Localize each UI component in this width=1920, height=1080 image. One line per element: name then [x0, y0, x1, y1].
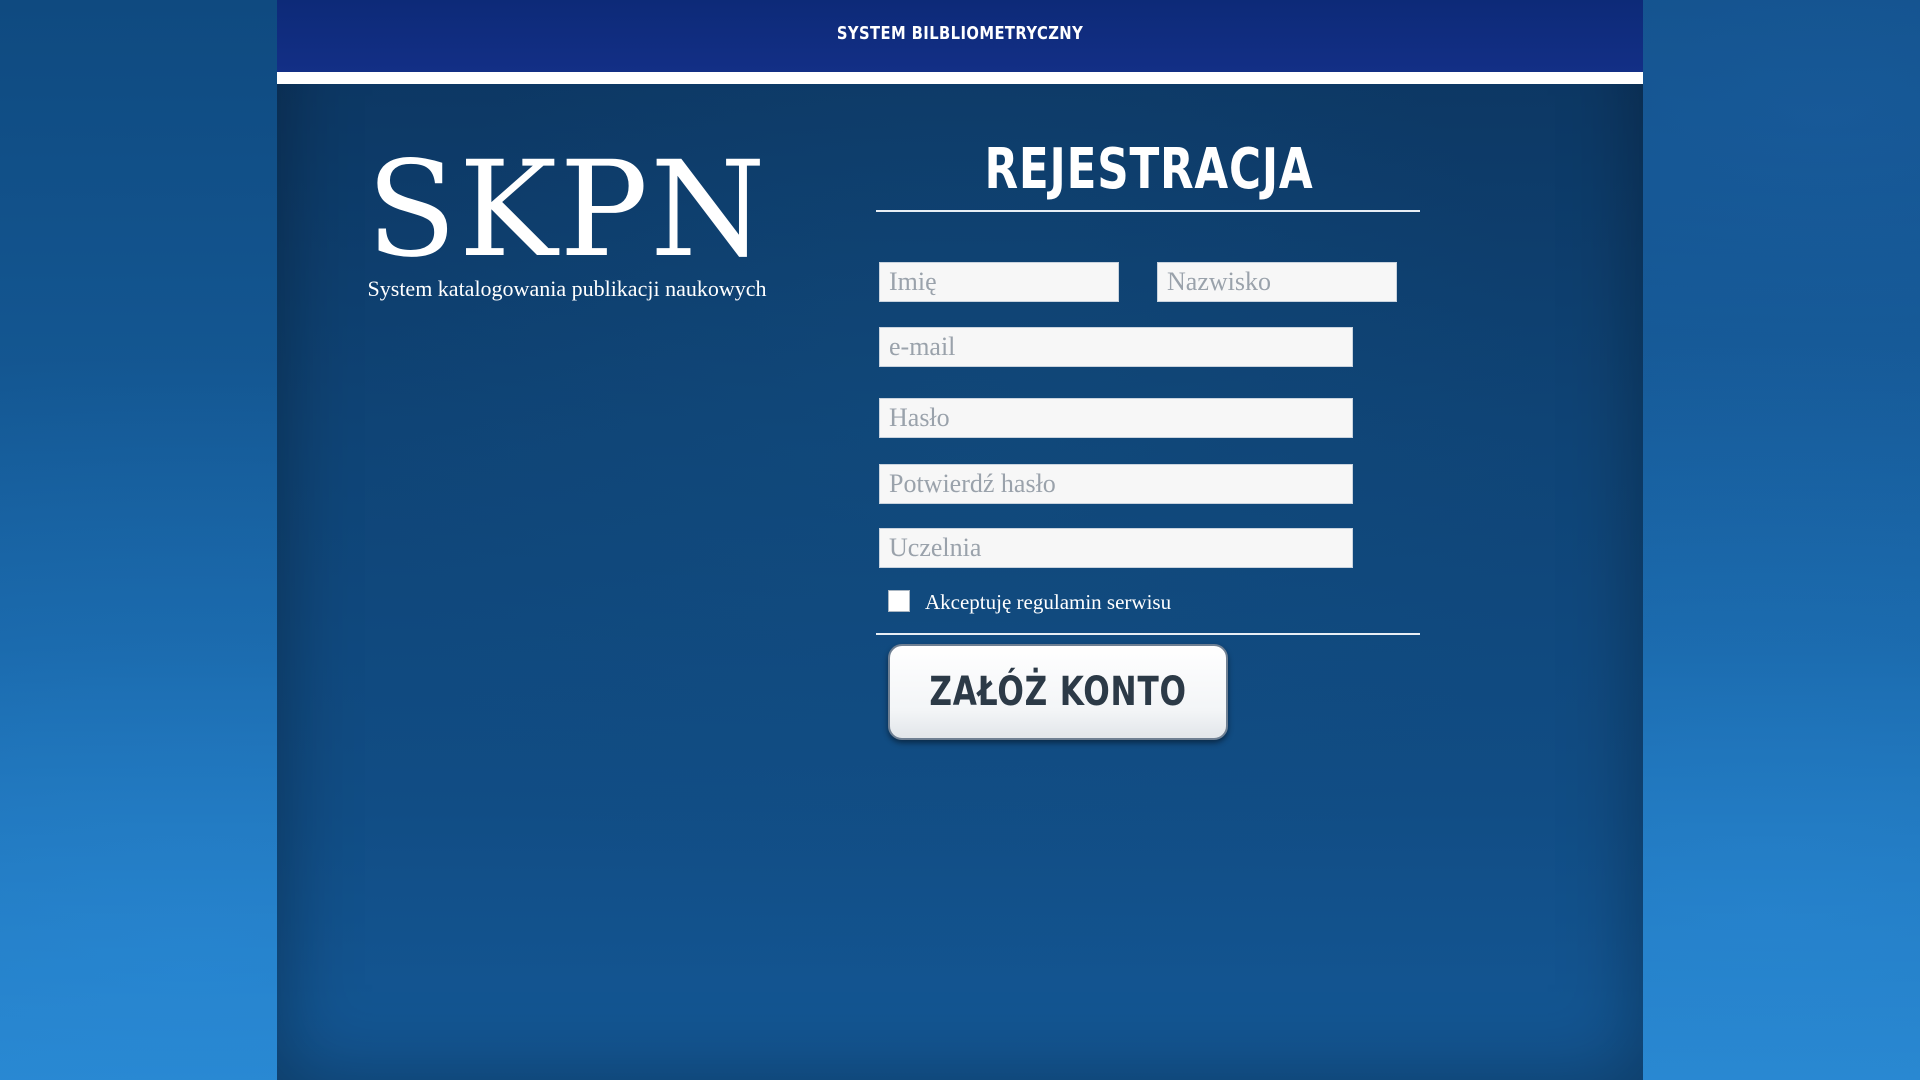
header-bar: SYSTEM BILBLIOMETRYCZNY: [277, 0, 1643, 72]
university-input[interactable]: [879, 528, 1353, 568]
last-name-input[interactable]: [1157, 262, 1397, 302]
form-title: REJESTRACJA: [984, 137, 1314, 202]
email-input[interactable]: [879, 327, 1353, 367]
logo-subtitle: System katalogowania publikacji naukowyc…: [367, 276, 767, 301]
create-account-button[interactable]: ZAŁÓŻ KONTO: [888, 644, 1228, 740]
header-divider: [277, 72, 1643, 84]
terms-checkbox[interactable]: [888, 590, 910, 612]
main-panel: SYSTEM BILBLIOMETRYCZNY SKPN System kata…: [277, 0, 1643, 1080]
password-input[interactable]: [879, 398, 1353, 438]
password-confirm-input[interactable]: [879, 464, 1353, 504]
header-title: SYSTEM BILBLIOMETRYCZNY: [836, 23, 1084, 44]
logo-title: SKPN: [366, 133, 768, 287]
first-name-input[interactable]: [879, 262, 1119, 302]
form-title-divider: [876, 210, 1420, 212]
form-bottom-divider: [876, 633, 1420, 635]
logo: SKPN System katalogowania publikacji nau…: [347, 140, 787, 302]
create-account-button-label: ZAŁÓŻ KONTO: [929, 669, 1187, 715]
terms-label: Akceptuję regulamin serwisu: [925, 590, 1172, 614]
